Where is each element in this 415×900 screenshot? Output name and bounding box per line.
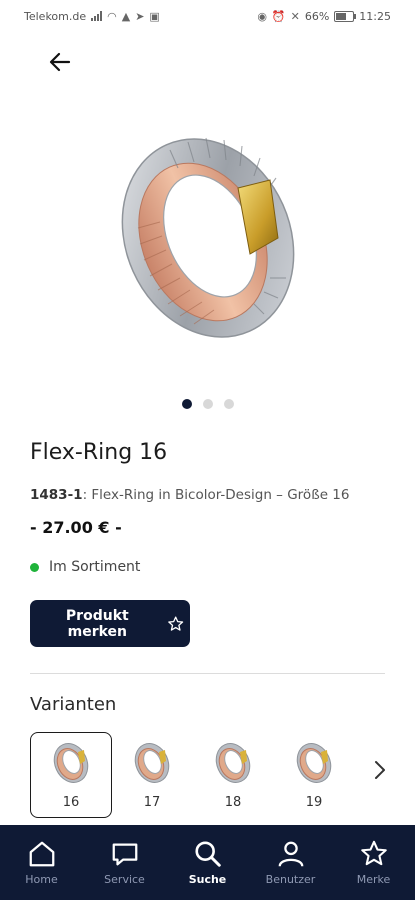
nav-item-suche[interactable]: Suche: [173, 839, 243, 886]
battery-percent: 66%: [304, 9, 330, 23]
nav-item-merke[interactable]: Merke: [339, 839, 409, 886]
app-notification-icon: ▣: [149, 9, 160, 23]
eye-icon: ◉: [257, 9, 267, 23]
nav-label: Merke: [356, 873, 391, 886]
variant-item[interactable]: 18: [192, 732, 274, 818]
variant-item[interactable]: 17: [111, 732, 193, 818]
variant-ring-icon: [53, 743, 89, 783]
mute-icon: ✕: [290, 9, 300, 23]
status-bar: Telekom.de ◠ ▲ ➤ ▣ ◉ ⏰ ✕ 66% 11:25: [0, 0, 415, 32]
availability-label: Im Sortiment: [49, 559, 141, 575]
back-arrow-icon: [49, 52, 71, 72]
chat-icon: [112, 843, 137, 866]
battery-icon: [334, 10, 357, 22]
product-image[interactable]: [100, 118, 315, 358]
navigation-icon: ➤: [135, 9, 145, 23]
nav-item-service[interactable]: Service: [90, 839, 160, 886]
back-button[interactable]: [44, 46, 76, 78]
home-icon: [29, 841, 54, 867]
star-outline-icon: [167, 615, 183, 631]
pagination-dot[interactable]: [202, 399, 213, 409]
nav-item-home[interactable]: Home: [7, 839, 77, 886]
variant-ring-icon: [134, 743, 170, 783]
nav-label: Suche: [188, 873, 227, 886]
section-divider: [30, 673, 385, 674]
chevron-right-icon: [375, 761, 385, 779]
variants-next-button[interactable]: [368, 758, 392, 782]
status-right: ◉ ⏰ ✕ 66% 11:25: [257, 10, 391, 23]
variant-label: 16: [62, 795, 80, 810]
variant-label: 19: [305, 795, 323, 810]
star-icon: [360, 840, 387, 866]
variant-label: 17: [143, 795, 161, 810]
variant-label: 18: [224, 795, 242, 810]
product-price: - 27.00 € -: [30, 518, 122, 537]
pagination-dot[interactable]: [223, 399, 234, 409]
clock: 11:25: [359, 9, 391, 23]
wifi-icon: ◠: [107, 9, 117, 23]
flex-ring-image: [121, 137, 295, 338]
nav-label: Home: [25, 873, 58, 886]
nav-item-benutzer[interactable]: Benutzer: [256, 839, 326, 886]
alarm-icon: ⏰: [271, 9, 286, 23]
product-description: : Flex-Ring in Bicolor-Design – Größe 16: [82, 487, 350, 503]
carrier-label: Telekom.de: [24, 9, 87, 23]
user-icon: [278, 841, 303, 867]
remember-product-label: Produkt merken: [65, 607, 129, 640]
variant-list: 16 17 18 19: [30, 732, 354, 818]
product-sku: 1483-1: [30, 487, 83, 503]
product-subline: 1483-1: Flex-Ring in Bicolor-Design – Gr…: [30, 487, 349, 503]
availability-indicator: [30, 562, 39, 572]
bottom-navigation: Home Service Suche Benutzer Merke: [0, 825, 415, 900]
variant-ring-icon: [296, 743, 332, 783]
nav-label: Benutzer: [265, 873, 316, 886]
pagination-dot[interactable]: [181, 399, 192, 409]
variants-heading: Varianten: [30, 694, 117, 715]
variant-item[interactable]: 16: [30, 732, 112, 818]
nav-label: Service: [104, 873, 145, 886]
signal-icon: [91, 11, 103, 21]
availability-status: Im Sortiment: [30, 559, 140, 575]
variant-item[interactable]: 19: [273, 732, 355, 818]
variant-ring-icon: [215, 743, 251, 783]
notification-bell-icon: ▲: [121, 9, 131, 23]
status-left: Telekom.de ◠ ▲ ➤ ▣: [24, 10, 160, 23]
image-pagination: [0, 399, 415, 409]
remember-product-button[interactable]: Produkt merken: [30, 600, 190, 647]
search-icon: [194, 841, 221, 867]
product-title: Flex-Ring 16: [30, 440, 168, 465]
